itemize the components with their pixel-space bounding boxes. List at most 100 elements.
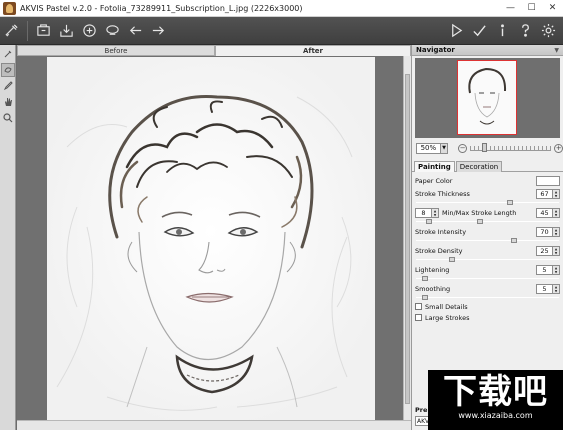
zoom-icon[interactable]: [1, 111, 15, 125]
tool-palette: [0, 45, 16, 430]
stroke-length-max-value[interactable]: 45: [536, 207, 553, 218]
stroke-length-min-spinner[interactable]: ▲ ▼: [432, 207, 439, 218]
navigator-preview[interactable]: [415, 58, 560, 138]
help-icon[interactable]: [514, 20, 537, 42]
paper-color-label: Paper Color: [415, 176, 453, 185]
stroke-length-max-spinner[interactable]: ▲ ▼: [553, 207, 560, 218]
minimize-button[interactable]: —: [500, 0, 521, 17]
tab-after[interactable]: After: [215, 45, 411, 56]
stroke-intensity-row: Stroke Intensity 70 ▲ ▼: [415, 225, 560, 238]
open-icon[interactable]: [32, 20, 55, 42]
large-strokes-checkbox-row[interactable]: Large Strokes: [415, 312, 560, 323]
stroke-density-label: Stroke Density: [415, 246, 463, 255]
smoothing-row: Smoothing 5 ▲ ▼: [415, 282, 560, 295]
slider-track: [416, 259, 559, 260]
info-icon[interactable]: [491, 20, 514, 42]
window-title: AKVIS Pastel v.2.0 - Fotolia_73289911_Su…: [20, 3, 303, 13]
stroke-length-range-slider[interactable]: [415, 219, 560, 224]
eraser-icon[interactable]: [1, 63, 15, 77]
view-tabs: Before After: [17, 45, 411, 56]
presets-label: Pre: [415, 406, 428, 414]
zoom-value[interactable]: 50%: [416, 142, 441, 154]
image-canvas[interactable]: [17, 56, 403, 420]
title-bar: AKVIS Pastel v.2.0 - Fotolia_73289911_Su…: [0, 0, 563, 17]
lightening-spinner[interactable]: ▲ ▼: [553, 264, 560, 275]
slider-handle[interactable]: [422, 295, 428, 300]
zoom-slider[interactable]: [469, 142, 552, 152]
scrollbar-thumb[interactable]: [405, 74, 410, 404]
settings-icon[interactable]: [537, 20, 560, 42]
slider-track: [416, 202, 559, 203]
stroke-thickness-label: Stroke Thickness: [415, 189, 470, 198]
smoothing-slider[interactable]: [415, 295, 560, 300]
watermark-logo: 下载吧: [443, 372, 548, 412]
site-watermark: 下载吧 www.xiazaiba.com: [428, 370, 563, 430]
slider-handle[interactable]: [422, 276, 428, 281]
paper-color-swatch[interactable]: [536, 175, 560, 186]
stroke-density-slider[interactable]: [415, 257, 560, 262]
watermark-url: www.xiazaiba.com: [458, 411, 533, 420]
stroke-thickness-value[interactable]: 67: [536, 188, 553, 199]
zoom-in-icon[interactable]: +: [554, 143, 563, 153]
slider-min-handle[interactable]: [426, 219, 432, 224]
tab-before[interactable]: Before: [17, 45, 215, 56]
apply-icon[interactable]: [468, 20, 491, 42]
pastel-artwork-image: [47, 57, 375, 420]
stroke-intensity-slider[interactable]: [415, 238, 560, 243]
stroke-length-min-value[interactable]: 8: [415, 207, 432, 218]
close-button[interactable]: ✕: [542, 0, 563, 17]
run-icon[interactable]: [445, 20, 468, 42]
slider-handle[interactable]: [507, 200, 513, 205]
zoom-dropdown-icon[interactable]: ▼: [440, 142, 449, 154]
zoom-controls: 50% ▼ − +: [412, 140, 563, 156]
logo-icon: [0, 20, 23, 42]
stroke-thickness-spinner[interactable]: ▲ ▼: [553, 188, 560, 199]
share-icon[interactable]: [78, 20, 101, 42]
lightening-label: Lightening: [415, 265, 450, 274]
navigator-header: Navigator ▼: [412, 45, 563, 56]
slider-track: [416, 297, 559, 298]
window-controls: — ☐ ✕: [500, 0, 563, 17]
lightening-value[interactable]: 5: [536, 264, 553, 275]
stroke-intensity-spinner[interactable]: ▲ ▼: [553, 226, 560, 237]
smoothing-value[interactable]: 5: [536, 283, 553, 294]
stroke-thickness-slider[interactable]: [415, 200, 560, 205]
zoom-slider-handle[interactable]: [481, 142, 487, 152]
canvas-vertical-scrollbar[interactable]: [403, 56, 411, 420]
smoothing-label: Smoothing: [415, 284, 451, 293]
slider-handle[interactable]: [449, 257, 455, 262]
stroke-density-row: Stroke Density 25 ▲ ▼: [415, 244, 560, 257]
hand-icon[interactable]: [1, 95, 15, 109]
zoom-out-icon[interactable]: −: [458, 143, 467, 153]
toolbar-right-group: [445, 20, 560, 42]
tab-painting[interactable]: Painting: [414, 161, 455, 172]
navigator-title: Navigator: [416, 46, 455, 54]
large-strokes-checkbox[interactable]: [415, 314, 422, 321]
save-icon[interactable]: [55, 20, 78, 42]
print-icon[interactable]: [101, 20, 124, 42]
slider-handle[interactable]: [511, 238, 517, 243]
small-details-label: Small Details: [425, 302, 468, 311]
stroke-length-label: Min/Max Stroke Length: [442, 208, 517, 217]
stroke-intensity-value[interactable]: 70: [536, 226, 553, 237]
small-details-checkbox[interactable]: [415, 303, 422, 310]
undo-icon[interactable]: [124, 20, 147, 42]
tab-decoration[interactable]: Decoration: [455, 161, 503, 172]
maximize-button[interactable]: ☐: [521, 0, 542, 17]
slider-max-handle[interactable]: [477, 219, 483, 224]
navigator-viewport-frame[interactable]: [457, 60, 517, 135]
brush-icon[interactable]: [1, 47, 15, 61]
stroke-density-spinner[interactable]: ▲ ▼: [553, 245, 560, 256]
redo-icon[interactable]: [147, 20, 170, 42]
small-details-checkbox-row[interactable]: Small Details: [415, 301, 560, 312]
lightening-slider[interactable]: [415, 276, 560, 281]
app-logo-icon: [3, 1, 16, 15]
stroke-thickness-row: Stroke Thickness 67 ▲ ▼: [415, 187, 560, 200]
lightening-row: Lightening 5 ▲ ▼: [415, 263, 560, 276]
stroke-density-value[interactable]: 25: [536, 245, 553, 256]
smoothing-spinner[interactable]: ▲ ▼: [553, 283, 560, 294]
pencil-icon[interactable]: [1, 79, 15, 93]
collapse-icon[interactable]: ▼: [554, 47, 559, 54]
slider-track: [416, 240, 559, 241]
canvas-status-bar: [17, 420, 411, 430]
